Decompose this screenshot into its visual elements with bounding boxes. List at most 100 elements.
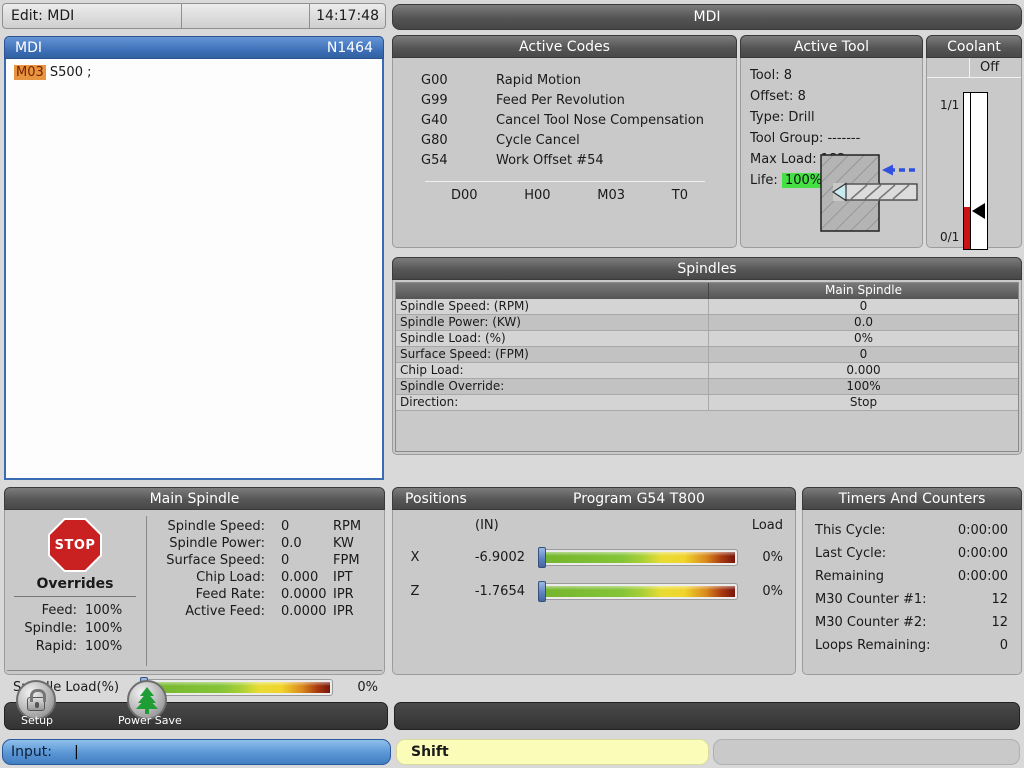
row-value: 0.0	[708, 315, 1018, 330]
axis-letter: Z	[410, 583, 420, 599]
axis-load-bar	[538, 546, 738, 568]
m-code: M03	[597, 188, 626, 203]
h-code: H00	[524, 188, 551, 203]
bar-marker-icon	[538, 580, 546, 602]
gcode-desc: Cancel Tool Nose Compensation	[496, 113, 704, 128]
positions-body: (IN) Load X -6.9002 0% Z -1.7654 0%	[392, 510, 796, 675]
active-codes-panel: Active Codes G00 Rapid Motion G99 Feed P…	[392, 35, 737, 248]
shift-status-badge: Shift	[396, 739, 709, 765]
row-label: Spindle Speed: (RPM)	[400, 299, 530, 313]
timer-row: Last Cycle: 0:00:00	[815, 543, 1008, 566]
clock: 14:17:48	[309, 4, 385, 28]
readout-value: 0.000	[281, 570, 319, 585]
gcode-desc: Feed Per Revolution	[496, 93, 625, 108]
axis-letter: X	[410, 549, 420, 565]
timer-value: 0:00:00	[957, 569, 1008, 584]
coolant-level-marker-icon	[972, 202, 985, 219]
spindles-body: Main Spindle Spindle Speed: (RPM) 0 Spin…	[392, 280, 1022, 455]
timers-panel: Timers And Counters This Cycle: 0:00:00 …	[802, 487, 1022, 675]
counter-label: Loops Remaining:	[815, 638, 931, 653]
readout-label: Surface Speed:	[166, 553, 265, 568]
load-header: Load	[751, 518, 783, 533]
row-value: 0.000	[708, 363, 1018, 378]
spindle-load-bar	[140, 676, 333, 698]
active-code-row: G00 Rapid Motion	[421, 71, 736, 91]
row-value: 0	[708, 347, 1018, 362]
mdi-code-highlighted-word[interactable]: M03	[14, 65, 46, 80]
input-label: Input:	[11, 744, 52, 760]
spindles-column-header: Main Spindle	[396, 283, 1018, 299]
active-tool-panel: Active Tool Tool: 8 Offset: 8 Type: Dril…	[740, 35, 923, 248]
drill-illustration-icon	[820, 154, 918, 232]
timer-label: Remaining	[815, 569, 885, 584]
override-value: 100%	[85, 603, 123, 618]
t-code: T0	[671, 188, 688, 203]
timer-row: This Cycle: 0:00:00	[815, 520, 1008, 543]
readout-unit: IPR	[333, 604, 354, 619]
active-code-row: G40 Cancel Tool Nose Compensation	[421, 111, 736, 131]
readout-label: Chip Load:	[196, 570, 265, 585]
mdi-code-text[interactable]: S500 ;	[46, 65, 92, 80]
tool-type: Type: Drill	[750, 110, 815, 125]
override-feed: Feed: 100%	[5, 602, 145, 620]
override-label: Feed:	[41, 603, 77, 618]
status-bar: Edit: MDI 14:17:48	[2, 3, 386, 29]
coolant-status: Off	[969, 58, 1021, 77]
coolant-panel: Coolant Off 1/1 0/1	[926, 35, 1022, 250]
row-value: 0	[708, 299, 1018, 314]
spindle-load-value: 0%	[357, 679, 378, 695]
gcode: G00	[421, 73, 448, 88]
main-spindle-panel: Main Spindle STOP Overrides Feed: 100% S…	[4, 487, 385, 698]
power-save-label: Power Save	[118, 714, 182, 727]
bar-shine	[541, 585, 735, 591]
coolant-body: Off 1/1 0/1	[926, 58, 1022, 250]
readout-label: Spindle Speed:	[167, 519, 265, 534]
readout-row: Active Feed: 0.0000 IPR	[147, 604, 380, 621]
axis-load-value: 0%	[762, 549, 783, 565]
override-rapid: Rapid: 100%	[5, 638, 145, 656]
counter-row: M30 Counter #2: 12	[815, 612, 1008, 635]
axis-row-z: Z -1.7654 0%	[393, 580, 783, 602]
timer-label: Last Cycle:	[815, 546, 887, 561]
positions-title: Positions	[405, 491, 467, 507]
positions-column-headers: (IN) Load	[393, 510, 795, 533]
units-header: (IN)	[475, 518, 499, 533]
stop-sign-label: STOP	[54, 524, 96, 566]
readout-unit: KW	[333, 536, 354, 551]
readout-unit: FPM	[333, 553, 360, 568]
bar-shine	[143, 681, 330, 687]
pine-tree-glyph-icon	[136, 687, 158, 714]
readout-unit: IPT	[333, 570, 353, 585]
gcode-desc: Work Offset #54	[496, 153, 604, 168]
toolbar-left	[4, 702, 388, 730]
counter-row: Loops Remaining: 0	[815, 635, 1008, 658]
table-row: Spindle Power: (KW) 0.0	[396, 315, 1018, 331]
setup-label: Setup	[21, 714, 54, 727]
timers-body: This Cycle: 0:00:00 Last Cycle: 0:00:00 …	[802, 510, 1022, 675]
gcode: G99	[421, 93, 448, 108]
coolant-max-label: 1/1	[940, 98, 960, 112]
readout-label: Spindle Power:	[169, 536, 265, 551]
mdi-code-editor[interactable]: M03 S500 ;	[4, 59, 384, 480]
table-row: Spindle Override: 100%	[396, 379, 1018, 395]
text-cursor: |	[73, 744, 79, 760]
timer-row: Remaining 0:00:00	[815, 566, 1008, 589]
coolant-status-row: Off	[927, 58, 1021, 78]
table-row: Chip Load: 0.000	[396, 363, 1018, 379]
coolant-min-label: 0/1	[940, 230, 960, 244]
coolant-gauge: 1/1 0/1	[927, 92, 1021, 252]
readout-value: 0.0000	[281, 604, 327, 619]
readout-unit: RPM	[333, 519, 362, 534]
timers-title: Timers And Counters	[802, 487, 1022, 510]
gcode: G40	[421, 113, 448, 128]
coolant-title: Coolant	[926, 35, 1022, 58]
stop-sign-icon: STOP	[48, 518, 102, 572]
coolant-status-spacer	[927, 58, 969, 77]
input-field[interactable]: Input: |	[2, 739, 391, 765]
tool-life-label: Life:	[750, 173, 778, 188]
row-value: 0%	[708, 331, 1018, 346]
readout-value: 0	[281, 519, 290, 534]
mdi-line-number: N1464	[326, 40, 373, 56]
toolbar-right	[394, 702, 1020, 730]
positions-header: Positions Program G54 T800	[392, 487, 796, 510]
